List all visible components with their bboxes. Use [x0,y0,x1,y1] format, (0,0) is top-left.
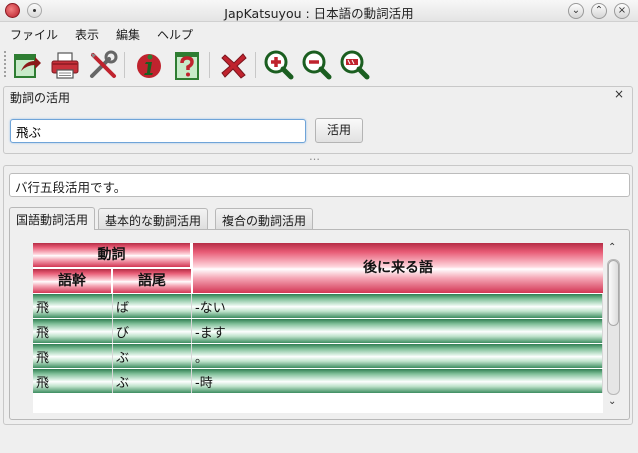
header-verb[interactable]: 動詞 [33,243,191,268]
minimize-button[interactable]: ⌄ [568,3,584,19]
toolbar-separator [209,52,210,78]
menu-bar: ファイル 表示 編集 ヘルプ [0,23,638,43]
vertical-scrollbar[interactable]: ⌃ ⌄ [604,242,622,414]
panel-close-button[interactable]: × [614,87,624,101]
tab-content: 動詞 語幹 語尾 後に来る語 飛 ば -ない 飛 び -ます 飛 ぶ 。 飛 ぶ [9,229,630,420]
cell-following: -ます [192,319,603,343]
conjugation-type-field[interactable]: バ行五段活用です。 [9,173,630,197]
settings-icon[interactable] [87,49,119,81]
header-following[interactable]: 後に来る語 [192,243,603,293]
zoom-in-icon[interactable] [263,49,295,81]
conjugation-table[interactable]: 動詞 語幹 語尾 後に来る語 飛 ば -ない 飛 び -ます 飛 ぶ 。 飛 ぶ [33,243,603,413]
close-button[interactable]: × [614,3,630,19]
cell-stem: 飛 [33,294,113,318]
cell-following: -ない [192,294,603,318]
table-row[interactable]: 飛 ば -ない [33,294,603,318]
result-panel: バ行五段活用です。 国語動詞活用 基本的な動詞活用 複合の動詞活用 動詞 語幹 … [3,165,633,425]
cell-stem: 飛 [33,369,113,393]
conjugation-panel: 動詞の活用 × 活用 [3,86,633,154]
table-row[interactable]: 飛 び -ます [33,319,603,343]
print-icon[interactable] [49,49,81,81]
cell-following: 。 [192,344,603,368]
cell-stem: 飛 [33,319,113,343]
header-stem[interactable]: 語幹 [33,269,112,293]
export-icon[interactable] [11,49,43,81]
cell-ending: ぶ [113,344,192,368]
help-icon[interactable] [171,49,203,81]
zoom-out-icon[interactable] [301,49,333,81]
scroll-track[interactable] [607,259,620,395]
tab-kokugo[interactable]: 国語動詞活用 [9,207,96,230]
conjugation-panel-title: 動詞の活用 [10,91,71,105]
cell-ending: ぶ [113,369,192,393]
toolbar-separator [124,52,125,78]
panel-splitter[interactable] [0,150,638,165]
tab-basic[interactable]: 基本的な動詞活用 [98,208,209,229]
cell-ending: び [113,319,192,343]
zoom-reset-icon[interactable] [339,49,371,81]
cell-following: -時 [192,369,603,393]
menu-help[interactable]: ヘルプ [157,26,193,43]
tab-compound[interactable]: 複合の動詞活用 [215,208,314,229]
info-icon[interactable] [133,49,165,81]
title-bar: JapKatsuyou : 日本語の動詞活用 ⌄ ⌃ × [0,0,638,22]
verb-input[interactable] [10,119,306,143]
header-ending[interactable]: 語尾 [113,269,191,293]
menu-file[interactable]: ファイル [10,26,58,43]
scroll-thumb[interactable] [608,260,619,326]
window-title: JapKatsuyou : 日本語の動詞活用 [224,6,414,21]
scroll-up-icon[interactable]: ⌃ [608,242,616,253]
clear-icon[interactable] [218,49,250,81]
cell-ending: ば [113,294,192,318]
toolbar [0,44,638,84]
menu-view[interactable]: 表示 [75,26,99,43]
scroll-down-icon[interactable]: ⌄ [608,396,616,407]
toolbar-separator [255,52,256,78]
toolbar-grip[interactable] [3,50,7,78]
conjugate-button[interactable]: 活用 [315,118,363,143]
table-row[interactable]: 飛 ぶ 。 [33,344,603,368]
cell-stem: 飛 [33,344,113,368]
menu-edit[interactable]: 編集 [116,26,140,43]
maximize-button[interactable]: ⌃ [591,3,607,19]
table-row[interactable]: 飛 ぶ -時 [33,369,603,393]
